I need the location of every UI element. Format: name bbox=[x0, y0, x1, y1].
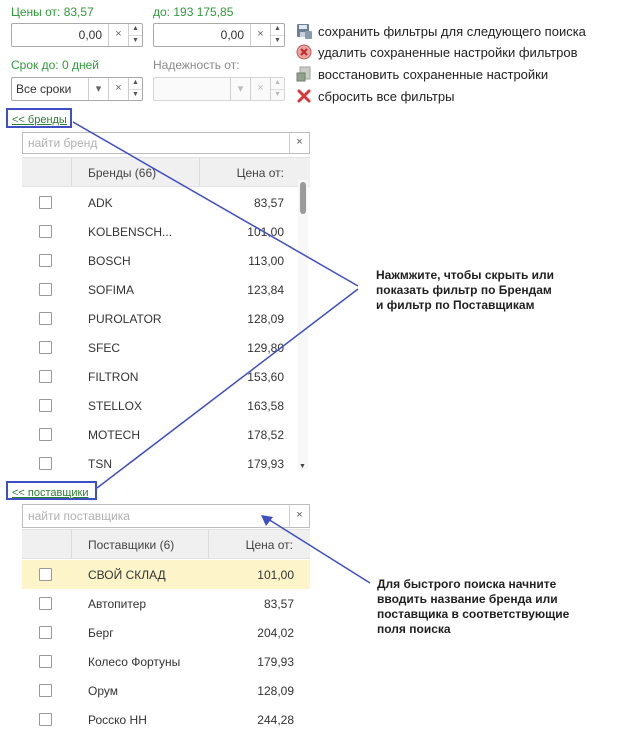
search-pointer-line bbox=[267, 518, 371, 584]
brands-pointer-line bbox=[72, 121, 359, 287]
search-hint-callout: Для быстрого поиска начните вводить назв… bbox=[377, 577, 570, 636]
suppliers-pointer-line bbox=[96, 288, 359, 489]
toggle-hint-callout: Нажмжите, чтобы скрыть или показать филь… bbox=[376, 268, 555, 312]
